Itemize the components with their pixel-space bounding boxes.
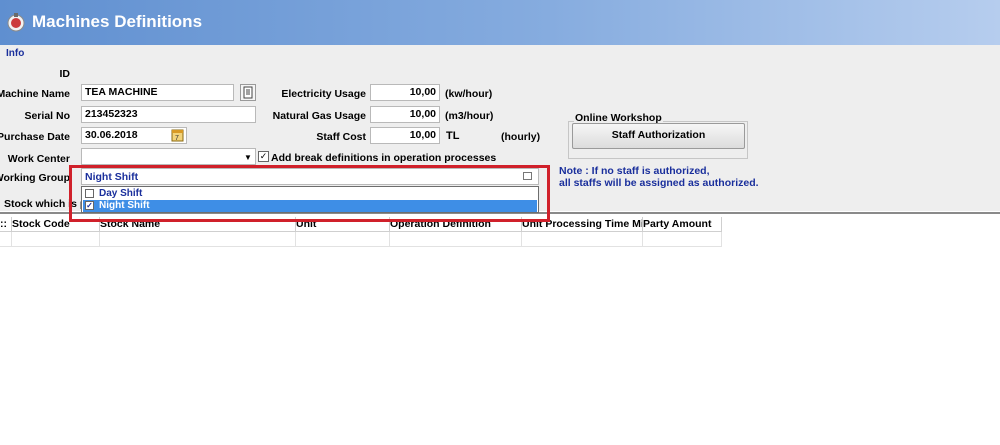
natural-gas-usage-label: Natural Gas Usage [272, 110, 366, 122]
highlight-box [69, 165, 550, 222]
grid-row-cell[interactable] [12, 232, 100, 247]
grid-area [0, 215, 1000, 445]
purchase-date-label: Purchase Date [0, 131, 70, 143]
note-line-1: Note : If no staff is authorized, [559, 165, 710, 177]
machine-tag-icon [7, 13, 25, 32]
grid-corner: :: [0, 217, 12, 232]
id-label: ID [59, 68, 71, 80]
work-center-label: Work Center [7, 153, 70, 165]
break-definitions-label: Add break definitions in operation proce… [271, 152, 497, 164]
grid-row-cell[interactable] [643, 232, 722, 247]
electricity-usage-input[interactable]: 10,00 [370, 84, 440, 101]
grid-row-cell[interactable] [100, 232, 296, 247]
note-line-2: all staffs will be assigned as authorize… [559, 177, 759, 189]
calendar-icon[interactable]: 7 [171, 128, 184, 142]
working-group-label: Working Group [0, 172, 70, 184]
chevron-down-icon[interactable]: ▼ [244, 153, 252, 162]
svg-text:7: 7 [175, 135, 179, 142]
grid-row-cell[interactable] [0, 232, 12, 247]
work-center-select[interactable] [81, 148, 256, 165]
machine-name-input[interactable]: TEA MACHINE [81, 84, 234, 101]
staff-cost-input[interactable]: 10,00 [370, 127, 440, 144]
info-section-label: Info [6, 48, 25, 59]
grid-row-cell[interactable] [296, 232, 390, 247]
serial-no-input[interactable]: 213452323 [81, 106, 256, 123]
document-icon[interactable] [240, 84, 256, 101]
grid-row-cell[interactable] [522, 232, 643, 247]
electricity-unit: (kw/hour) [445, 88, 493, 100]
staff-cost-period: (hourly) [501, 131, 541, 143]
serial-no-label: Serial No [24, 110, 70, 122]
electricity-usage-label: Electricity Usage [281, 88, 366, 100]
currency-icon: TL [446, 130, 460, 142]
natural-gas-unit: (m3/hour) [445, 110, 494, 122]
machine-name-label: Machine Name [0, 88, 70, 100]
staff-authorization-button[interactable]: Staff Authorization [572, 123, 745, 149]
window-title: Machines Definitions [32, 12, 203, 31]
staff-cost-label: Staff Cost [316, 131, 366, 143]
grid-row-cell[interactable] [390, 232, 522, 247]
col-party-amount[interactable]: Party Amount [643, 217, 722, 232]
break-definitions-checkbox[interactable]: ✓ [258, 151, 269, 162]
natural-gas-usage-input[interactable]: 10,00 [370, 106, 440, 123]
